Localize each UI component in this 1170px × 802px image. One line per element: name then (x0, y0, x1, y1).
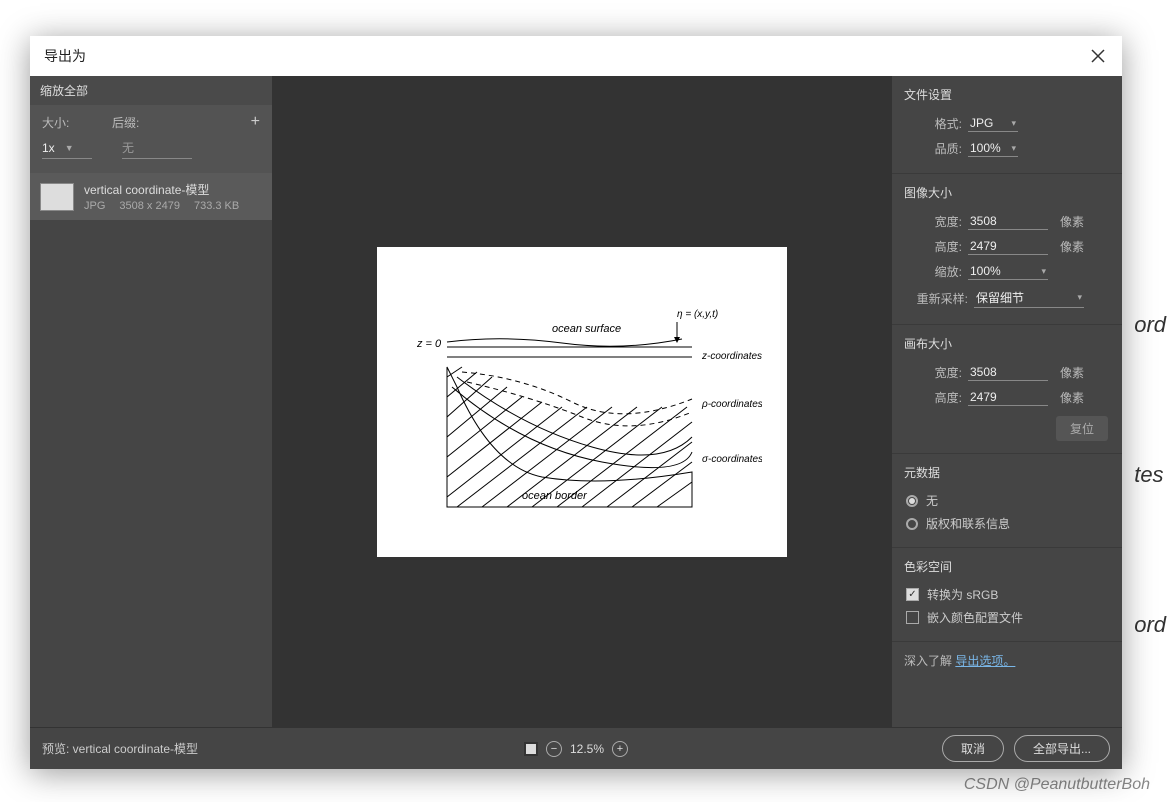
file-settings-title: 文件设置 (892, 82, 1122, 111)
export-all-button[interactable]: 全部导出... (1014, 735, 1110, 762)
svg-text:ρ-coordinates: ρ-coordinates (701, 399, 762, 410)
asset-filesize: 733.3 KB (194, 200, 239, 212)
checkbox-icon (906, 611, 919, 624)
asset-thumbnail (40, 183, 74, 211)
radio-icon (906, 495, 918, 507)
learn-more-row: 深入了解 导出选项。 (892, 642, 1122, 679)
dialog-title: 导出为 (44, 46, 86, 66)
close-button[interactable] (1088, 46, 1108, 66)
canvas-width-input[interactable]: 3508 (968, 364, 1048, 381)
zoom-out-button[interactable]: − (546, 741, 562, 757)
asset-item[interactable]: vertical coordinate-模型 JPG 3508 x 2479 7… (30, 173, 272, 220)
learn-more-link[interactable]: 导出选项。 (955, 654, 1015, 668)
zoom-value: 12.5% (570, 742, 604, 756)
add-scale-button[interactable]: + (251, 113, 260, 131)
asset-dimensions: 3508 x 2479 (119, 200, 180, 212)
chevron-down-icon: ▾ (1041, 266, 1046, 277)
resample-select[interactable]: 保留细节▾ (974, 288, 1084, 308)
right-panel: 文件设置 格式: JPG▾ 品质: 100%▾ 图像大小 宽度:3508像素 高… (892, 76, 1122, 727)
asset-format: JPG (84, 200, 105, 212)
svg-text:ocean surface: ocean surface (552, 323, 621, 335)
size-select[interactable]: 1x▼ (42, 137, 92, 159)
checkbox-icon: ✓ (906, 588, 919, 601)
preview-canvas[interactable]: z = 0 ocean surface η = (x,y,t) z-coordi… (377, 247, 787, 557)
format-select[interactable]: JPG▾ (968, 115, 1018, 132)
diagram-svg: z = 0 ocean surface η = (x,y,t) z-coordi… (402, 277, 762, 527)
size-label: 大小: (42, 114, 92, 131)
close-icon (1091, 49, 1105, 63)
metadata-none-radio[interactable]: 无 (892, 489, 1122, 512)
dialog-titlebar: 导出为 (30, 36, 1122, 76)
svg-text:η = (x,y,t): η = (x,y,t) (677, 309, 718, 320)
canvas-toggle-icon[interactable] (524, 742, 538, 756)
preview-label: 预览: vertical coordinate-模型 (42, 740, 198, 757)
canvas-height-input[interactable]: 2479 (968, 389, 1048, 406)
scale-all-header: 缩放全部 (30, 76, 272, 105)
left-panel: 缩放全部 大小: 后缀: + 1x▼ 无 vertical coordinate… (30, 76, 272, 727)
image-height-input[interactable]: 2479 (968, 238, 1048, 255)
zoom-in-button[interactable]: + (612, 741, 628, 757)
image-scale-select[interactable]: 100%▾ (968, 263, 1048, 280)
reset-button[interactable]: 复位 (1056, 416, 1108, 441)
zoom-controls: − 12.5% + (524, 741, 628, 757)
export-as-dialog: 导出为 缩放全部 大小: 后缀: + 1x▼ 无 (30, 36, 1122, 769)
csdn-watermark: CSDN @PeanutbutterBoh (964, 776, 1150, 794)
quality-select[interactable]: 100%▾ (968, 140, 1018, 157)
image-size-title: 图像大小 (892, 180, 1122, 209)
chevron-down-icon: ▼ (65, 143, 74, 153)
svg-text:z = 0: z = 0 (416, 338, 442, 350)
metadata-title: 元数据 (892, 460, 1122, 489)
svg-text:σ-coordinates: σ-coordinates (702, 454, 762, 465)
chevron-down-icon: ▾ (1011, 143, 1016, 154)
scale-all-box: 大小: 后缀: + 1x▼ 无 (30, 105, 272, 173)
background-text-fragments: ord tes ord (1134, 0, 1170, 700)
canvas-size-title: 画布大小 (892, 331, 1122, 360)
image-width-input[interactable]: 3508 (968, 213, 1048, 230)
embed-profile-checkbox[interactable]: 嵌入颜色配置文件 (892, 606, 1122, 629)
color-space-title: 色彩空间 (892, 554, 1122, 583)
srgb-checkbox[interactable]: ✓转换为 sRGB (892, 583, 1122, 606)
suffix-input[interactable]: 无 (122, 137, 192, 159)
metadata-copyright-radio[interactable]: 版权和联系信息 (892, 512, 1122, 535)
suffix-label: 后缀: (112, 114, 162, 131)
dialog-footer: 预览: vertical coordinate-模型 − 12.5% + 取消 … (30, 727, 1122, 769)
svg-text:z-coordinates: z-coordinates (701, 351, 762, 362)
preview-area: z = 0 ocean surface η = (x,y,t) z-coordi… (272, 76, 892, 727)
chevron-down-icon: ▾ (1011, 118, 1016, 129)
svg-text:ocean border: ocean border (522, 490, 588, 502)
radio-icon (906, 518, 918, 530)
asset-name: vertical coordinate-模型 (84, 181, 262, 198)
chevron-down-icon: ▾ (1077, 292, 1082, 303)
cancel-button[interactable]: 取消 (942, 735, 1004, 762)
